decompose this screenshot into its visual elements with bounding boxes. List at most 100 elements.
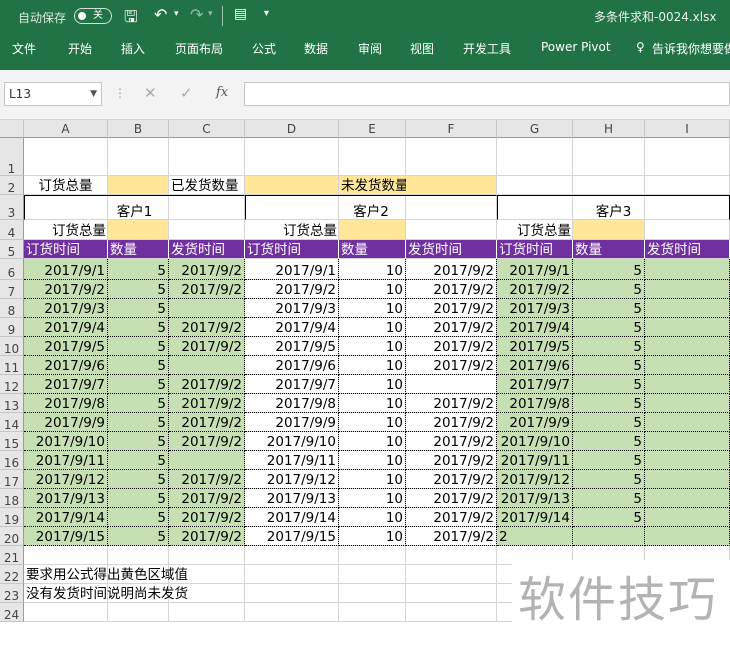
customer-3-header[interactable]: 客户3 [497,195,730,220]
data-cell[interactable]: 5 [108,432,169,451]
cell-bg[interactable] [245,138,339,176]
cell-bg[interactable] [339,565,406,584]
data-cell[interactable]: 10 [339,470,406,489]
data-cell[interactable]: 2017/9/2 [169,432,245,451]
column-header-b[interactable]: B [108,120,169,138]
data-cell[interactable]: 2017/9/12 [245,470,339,489]
data-cell[interactable]: 5 [573,451,645,470]
data-cell[interactable]: 2017/9/2 [406,489,497,508]
row-header-5[interactable]: 5 [0,240,24,259]
row-header-7[interactable]: 7 [0,280,24,299]
tab-insert[interactable]: 插入 [121,40,145,57]
data-cell[interactable]: 2017/9/12 [497,470,573,489]
redo-icon[interactable]: ↷ [190,5,203,24]
data-cell[interactable]: 2017/9/2 [169,470,245,489]
cell-bg[interactable] [169,603,245,622]
cell-bg[interactable] [406,603,497,622]
data-cell[interactable]: 5 [108,337,169,356]
data-cell[interactable]: 2017/9/9 [24,413,108,432]
data-cell[interactable] [645,432,730,451]
data-cell[interactable]: 5 [108,299,169,318]
data-cell[interactable] [169,356,245,375]
data-cell[interactable]: 5 [108,280,169,299]
data-cell[interactable]: 5 [108,356,169,375]
cancel-icon[interactable]: ✕ [144,84,157,102]
cell-bg[interactable] [245,603,339,622]
formula-input[interactable] [244,82,730,106]
data-cell[interactable]: 10 [339,394,406,413]
data-cell[interactable]: 2017/9/2 [406,527,497,546]
data-cell[interactable]: 2017/9/2 [169,375,245,394]
data-cell[interactable]: 5 [108,527,169,546]
column-title[interactable]: 发货时间 [169,240,245,259]
data-cell[interactable]: 2017/9/4 [245,318,339,337]
more-options-icon[interactable]: ⋮ [114,86,126,100]
label-order-total[interactable]: 订货总量 [24,176,108,195]
data-cell[interactable]: 2017/9/2 [406,337,497,356]
data-cell[interactable]: 10 [339,259,406,280]
label-order-total-1[interactable]: 订货总量 [24,220,108,240]
name-box[interactable]: L13 ▼ [4,82,102,106]
tab-developer[interactable]: 开发工具 [463,40,511,57]
data-cell[interactable] [645,489,730,508]
insert-function-icon[interactable]: fx [216,85,228,100]
data-cell[interactable]: 2017/9/10 [245,432,339,451]
data-cell[interactable]: 2017/9/10 [24,432,108,451]
data-cell[interactable]: 10 [339,489,406,508]
data-cell[interactable]: 2017/9/9 [245,413,339,432]
row-header-19[interactable]: 19 [0,508,24,527]
tab-home[interactable]: 开始 [68,40,92,57]
cell-bg[interactable] [339,138,406,176]
row-header-17[interactable]: 17 [0,470,24,489]
data-cell[interactable]: 2017/9/14 [24,508,108,527]
data-cell[interactable]: 2017/9/11 [24,451,108,470]
data-cell[interactable]: 2017/9/6 [245,356,339,375]
data-cell[interactable]: 2017/9/2 [169,527,245,546]
cell-bg[interactable] [339,584,406,603]
cell-bg[interactable] [245,546,339,565]
data-cell[interactable]: 2017/9/2 [406,394,497,413]
result-order-total[interactable] [108,176,169,195]
data-cell[interactable] [645,299,730,318]
data-cell[interactable]: 2017/9/13 [24,489,108,508]
data-cell[interactable]: 5 [108,375,169,394]
cell-bg[interactable] [108,138,169,176]
data-cell[interactable] [645,337,730,356]
data-cell[interactable]: 10 [339,413,406,432]
data-cell[interactable]: 5 [573,280,645,299]
cell-bg[interactable] [24,138,108,176]
data-cell[interactable] [645,375,730,394]
cell-bg[interactable] [406,584,497,603]
tab-view[interactable]: 视图 [410,40,434,57]
data-cell[interactable]: 2017/9/1 [245,259,339,280]
column-header-g[interactable]: G [497,120,573,138]
undo-icon[interactable]: ↶ [154,5,167,24]
save-icon[interactable]: 🖫 [124,6,138,33]
data-cell[interactable]: 2017/9/2 [169,413,245,432]
data-cell[interactable]: 10 [339,280,406,299]
cell-bg[interactable] [339,546,406,565]
row-header-3[interactable]: 3 [0,195,24,220]
data-cell[interactable]: 2017/9/7 [24,375,108,394]
cell-bg[interactable] [406,220,497,240]
tab-data[interactable]: 数据 [304,40,328,57]
customer-2-header[interactable]: 客户2 [245,195,497,220]
tab-page-layout[interactable]: 页面布局 [175,40,223,57]
result-order-total-3[interactable] [573,220,645,240]
tell-me-box[interactable]: 告诉我你想要做 [652,40,730,57]
data-cell[interactable] [645,394,730,413]
row-header-14[interactable]: 14 [0,413,24,432]
column-title[interactable]: 数量 [573,240,645,259]
column-header-f[interactable]: F [406,120,497,138]
data-cell[interactable]: 5 [573,356,645,375]
data-cell[interactable]: 5 [573,337,645,356]
data-cell[interactable]: 2017/9/6 [497,356,573,375]
row-header-4[interactable]: 4 [0,220,24,240]
data-cell[interactable]: 2017/9/14 [497,508,573,527]
row-header-12[interactable]: 12 [0,375,24,394]
data-cell[interactable]: 2017/9/5 [24,337,108,356]
row-header-15[interactable]: 15 [0,432,24,451]
row-header-11[interactable]: 11 [0,356,24,375]
data-cell[interactable] [645,508,730,527]
data-cell[interactable]: 10 [339,451,406,470]
